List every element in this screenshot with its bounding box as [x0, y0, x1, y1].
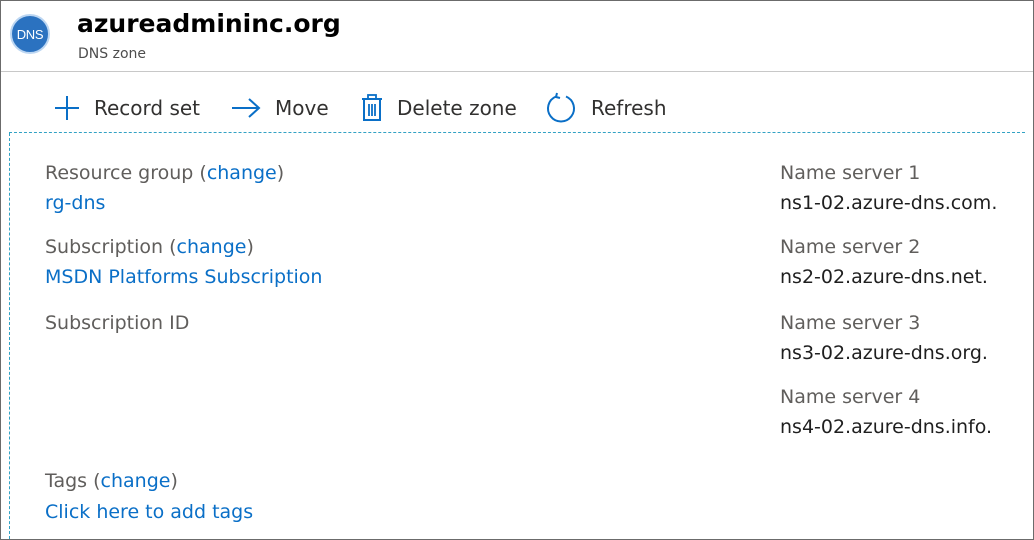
- arrow-right-icon: [232, 98, 261, 118]
- name-server-4-value: ns4-02.azure-dns.info.: [780, 416, 993, 438]
- delete-zone-label: Delete zone: [397, 96, 517, 120]
- move-label: Move: [275, 96, 329, 120]
- record-set-label: Record set: [94, 96, 201, 120]
- blade-header: DNS azureadmininc.org DNS zone: [1, 1, 1033, 72]
- dns-icon-text: DNS: [16, 26, 44, 42]
- name-server-2-label: Name server 2: [780, 236, 921, 258]
- content-divider: [9, 133, 10, 539]
- dns-zone-blade: DNS azureadmininc.org DNS zone Record se…: [0, 0, 1034, 540]
- record-set-button[interactable]: Record set: [54, 84, 200, 132]
- add-tags-link[interactable]: Click here to add tags: [45, 498, 253, 526]
- name-server-1-value: ns1-02.azure-dns.com.: [780, 192, 998, 214]
- command-bar: Record set Move Delete zone Refresh: [9, 84, 1025, 133]
- subscription-label: Subscription (change): [45, 236, 254, 258]
- refresh-icon: [547, 92, 575, 123]
- resource-group-change-link[interactable]: change: [207, 162, 277, 184]
- tags-label: Tags (change): [45, 470, 178, 492]
- trash-icon: [362, 94, 382, 121]
- subscription-change-link[interactable]: change: [177, 236, 247, 258]
- name-server-2-value: ns2-02.azure-dns.net.: [780, 266, 988, 288]
- plus-icon: [55, 96, 79, 120]
- name-server-3-value: ns3-02.azure-dns.org.: [780, 342, 988, 364]
- name-server-1-label: Name server 1: [780, 162, 921, 184]
- page-title: azureadmininc.org: [77, 9, 341, 38]
- resource-group-value-link[interactable]: rg-dns: [45, 189, 105, 217]
- move-button[interactable]: Move: [231, 84, 329, 132]
- name-server-3-label: Name server 3: [780, 312, 921, 334]
- page-subtitle: DNS zone: [78, 46, 146, 62]
- delete-zone-button[interactable]: Delete zone: [361, 84, 517, 132]
- name-server-4-label: Name server 4: [780, 386, 921, 408]
- dns-icon: DNS: [10, 14, 50, 54]
- tags-change-link[interactable]: change: [101, 470, 171, 492]
- subscription-id-label: Subscription ID: [45, 312, 190, 334]
- resource-group-label: Resource group (change): [45, 162, 285, 184]
- refresh-button[interactable]: Refresh: [545, 84, 667, 132]
- refresh-label: Refresh: [591, 96, 667, 120]
- subscription-value-link[interactable]: MSDN Platforms Subscription: [45, 263, 322, 291]
